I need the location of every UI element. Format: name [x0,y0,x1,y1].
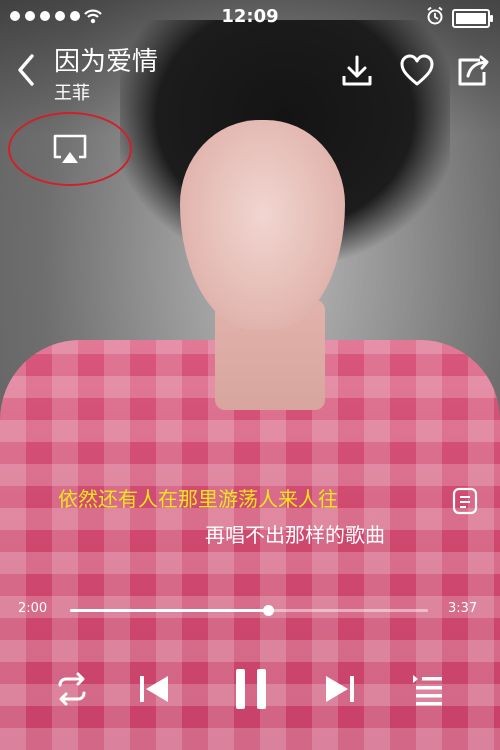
time-elapsed: 2:00 [18,601,48,616]
lyric-current-line: 依然还有人在那里游荡人来人往 [58,487,338,511]
download-icon[interactable] [338,52,376,90]
share-icon[interactable] [454,52,492,90]
previous-track-icon[interactable] [134,669,174,709]
status-time: 12:09 [221,6,279,27]
alarm-clock-icon [427,6,443,25]
progress-thumb[interactable] [262,605,274,616]
lyrics-icon[interactable] [452,487,478,515]
progress-fill [70,609,268,612]
next-track-icon[interactable] [320,669,360,709]
lyric-next-line: 再唱不出那样的歌曲 [205,523,385,547]
pause-icon[interactable] [228,665,274,713]
artist-name: 王菲 [54,83,90,104]
status-bar: 12:09 [0,0,500,34]
album-art-face [180,120,345,330]
battery-full-icon [452,9,493,28]
song-title: 因为爱情 [54,47,159,77]
header: 因为爱情 王菲 [0,34,500,104]
heart-outline-icon[interactable] [398,52,436,90]
repeat-icon[interactable] [52,669,92,709]
playback-controls [0,655,500,725]
progress-track[interactable] [70,605,428,616]
chevron-left-icon[interactable] [10,50,42,90]
progress-bar: 2:00 3:37 [0,600,500,630]
time-total: 3:37 [448,601,478,616]
playlist-icon[interactable] [408,669,448,709]
airplay-highlight-circle [8,112,132,186]
